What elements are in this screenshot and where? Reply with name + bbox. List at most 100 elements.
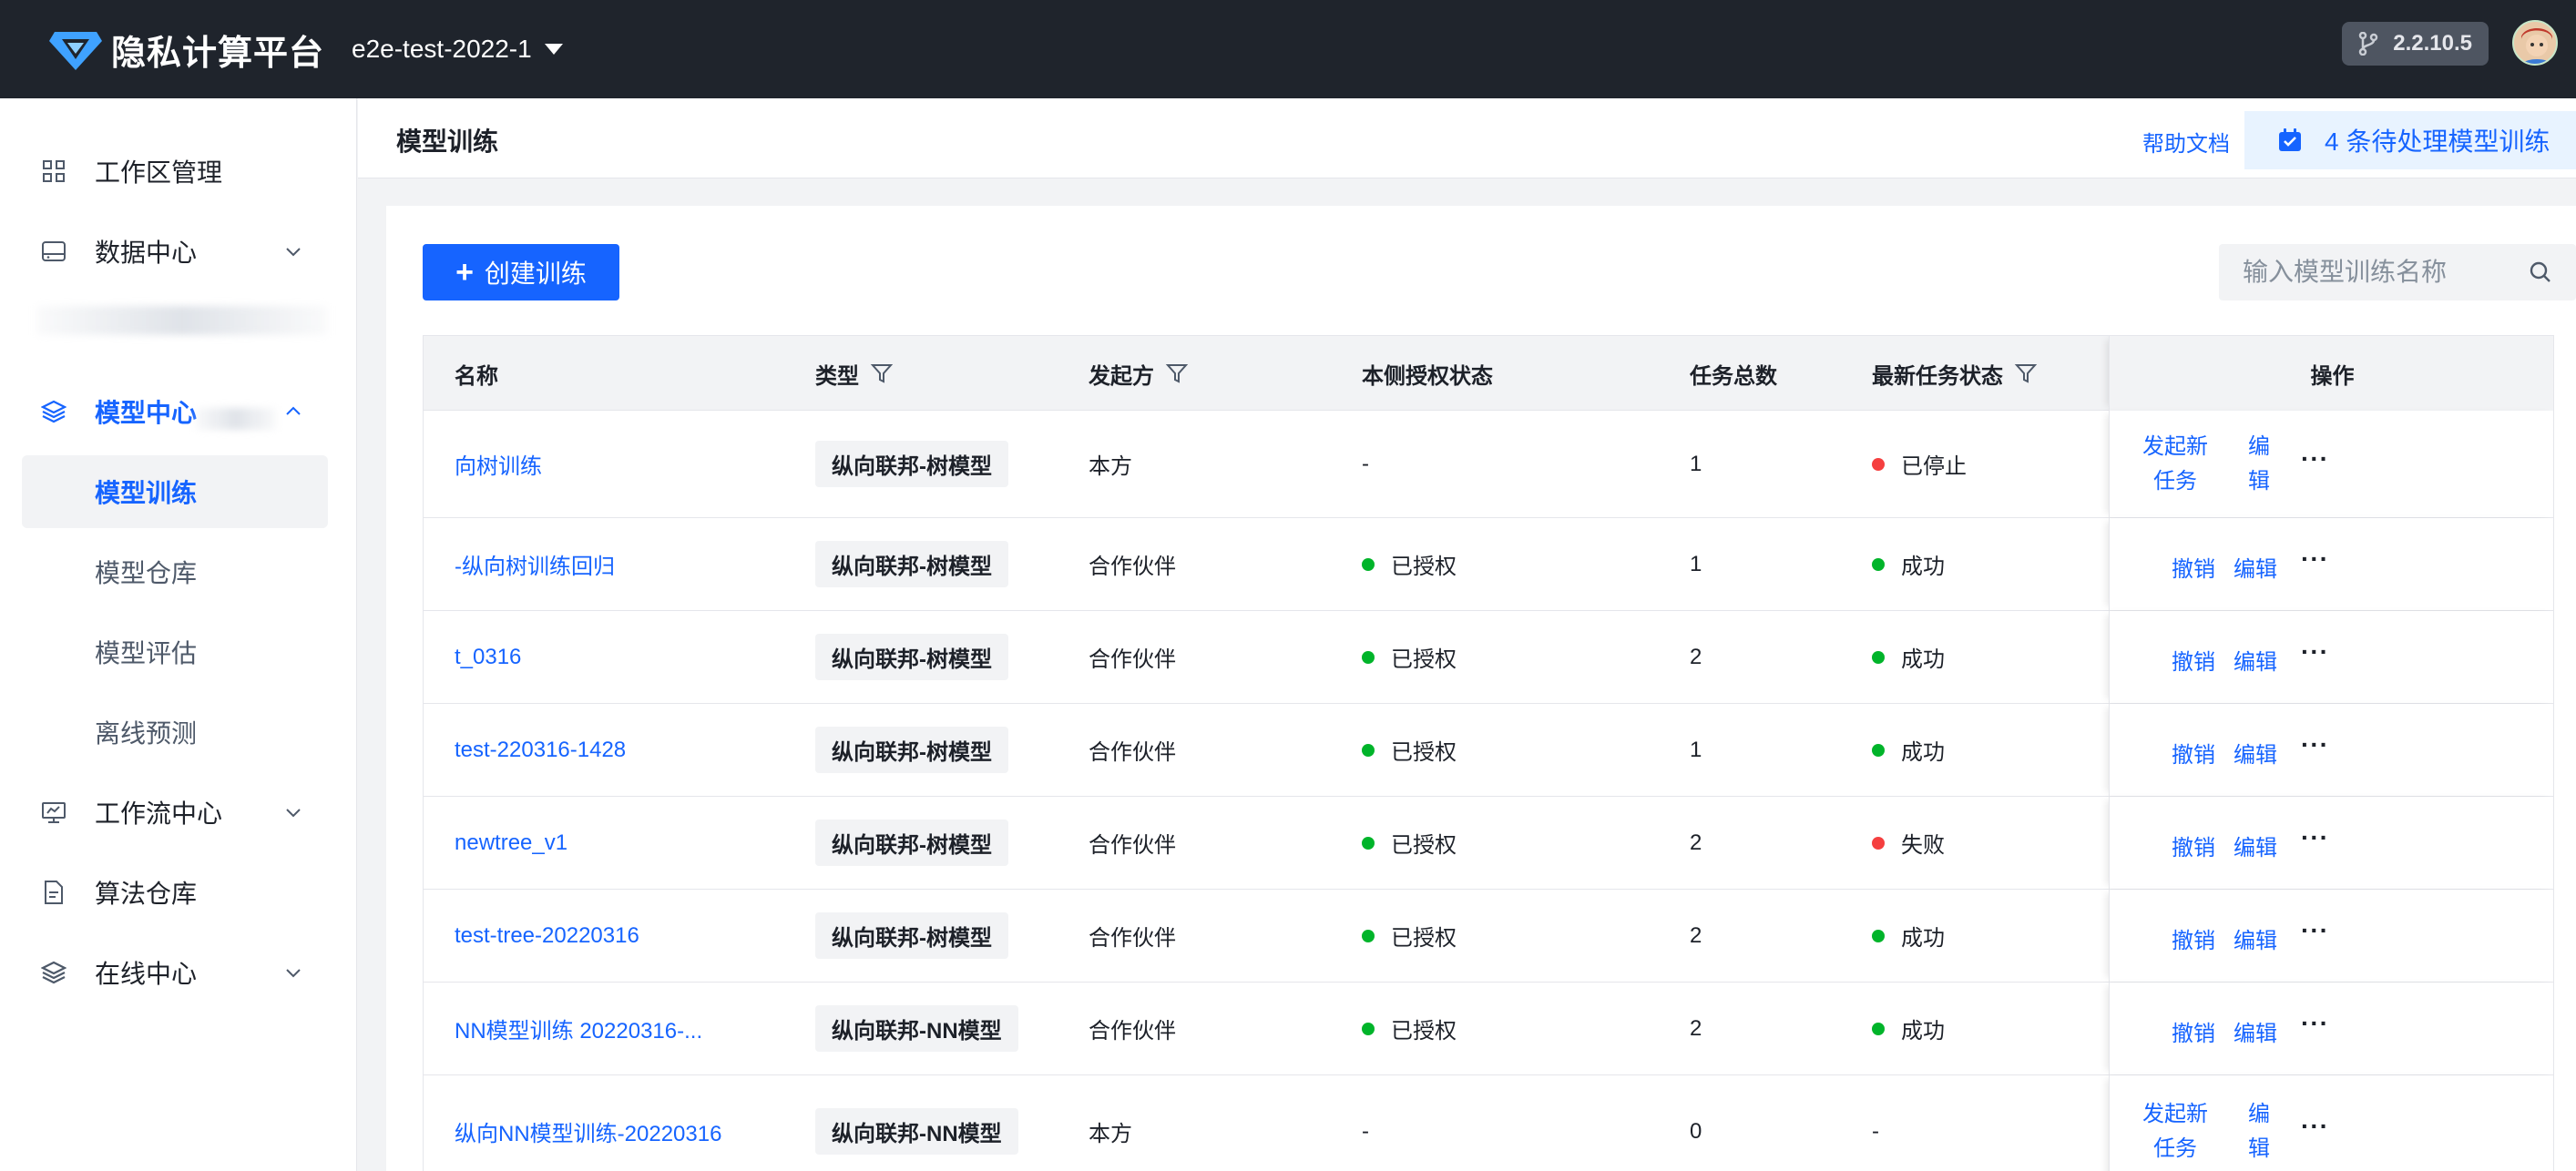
cell-initiator: 本方 [1089, 411, 1132, 517]
page-header: 模型训练 帮助文档 4 条待处理模型训练 [358, 98, 2576, 178]
edit-link[interactable]: 编辑 [2246, 430, 2272, 499]
edit-link[interactable]: 编辑 [2234, 830, 2277, 861]
training-name-link[interactable]: newtree_v1 [455, 830, 567, 856]
revoke-link[interactable]: 撤销 [2172, 551, 2215, 583]
cell-auth-status: 已授权 [1362, 518, 1457, 610]
page-title: 模型训练 [396, 127, 499, 156]
initiator-text: 合作伙伴 [1089, 1019, 1176, 1044]
edit-link[interactable]: 编辑 [2234, 737, 2277, 769]
sidebar-item-algorithm-repo[interactable]: 算法仓库 [22, 856, 328, 929]
sidebar-item-online-center[interactable]: 在线中心 [22, 936, 328, 1009]
start-new-task-link[interactable]: 发起新任务 [2137, 1097, 2213, 1166]
type-tag: 纵向联邦-树模型 [815, 541, 1008, 587]
training-name-link[interactable]: t_0316 [455, 645, 521, 670]
project-switcher[interactable]: e2e-test-2022-1 [352, 35, 563, 64]
revoke-link[interactable]: 撤销 [2172, 922, 2215, 954]
cell-actions: 撤销 编辑 ··· [2109, 890, 2553, 982]
status-dot [1362, 743, 1375, 757]
status-dot [1872, 836, 1885, 850]
edit-link[interactable]: 编辑 [2234, 922, 2277, 954]
revoke-link[interactable]: 撤销 [2172, 830, 2215, 861]
cell-initiator: 合作伙伴 [1089, 611, 1176, 703]
sidebar-item-model-center[interactable]: 模型中心 [22, 375, 328, 448]
training-name-link[interactable]: test-tree-20220316 [455, 923, 639, 949]
task-count-text: 2 [1690, 644, 1702, 669]
revoke-link[interactable]: 撤销 [2172, 1015, 2215, 1047]
initiator-text: 合作伙伴 [1089, 647, 1176, 672]
filter-icon[interactable] [2014, 361, 2038, 385]
search-icon[interactable] [2529, 260, 2552, 284]
cell-actions: 撤销 编辑 ··· [2109, 797, 2553, 889]
auth-status-text: 已授权 [1391, 833, 1457, 858]
more-options-icon[interactable]: ··· [2301, 1009, 2329, 1038]
version-badge[interactable]: 2.2.10.5 [2342, 22, 2489, 66]
more-options-icon[interactable]: ··· [2301, 730, 2329, 759]
latest-status-text: 成功 [1901, 926, 1945, 951]
status-dot [1872, 1022, 1885, 1035]
sidebar-item-workflow-center[interactable]: 工作流中心 [22, 776, 328, 849]
initiator-text: 合作伙伴 [1089, 740, 1176, 765]
more-options-icon[interactable]: ··· [2301, 444, 2329, 473]
logo[interactable]: 隐私计算平台 [49, 25, 324, 75]
training-name-link[interactable]: test-220316-1428 [455, 738, 626, 763]
redacted-item [36, 306, 328, 335]
more-options-icon[interactable]: ··· [2301, 637, 2329, 667]
edit-link[interactable]: 编辑 [2246, 1097, 2272, 1166]
edit-link[interactable]: 编辑 [2234, 551, 2277, 583]
cell-initiator: 合作伙伴 [1089, 518, 1176, 610]
revoke-link[interactable]: 撤销 [2172, 737, 2215, 769]
type-tag: 纵向联邦-树模型 [815, 727, 1008, 773]
more-options-icon[interactable]: ··· [2301, 1112, 2329, 1141]
filter-icon[interactable] [1165, 361, 1189, 385]
chevron-down-icon[interactable] [284, 963, 302, 982]
sidebar-item-offline-predict[interactable]: 离线预测 [22, 696, 328, 769]
cell-actions: 撤销 编辑 ··· [2109, 518, 2553, 610]
cell-task-count: 1 [1690, 704, 1702, 796]
pending-tasks-button[interactable]: 4 条待处理模型训练 [2244, 111, 2576, 169]
th-type: 类型 [815, 336, 894, 411]
latest-status-text: 成功 [1901, 555, 1945, 579]
sidebar-item-label: 模型中心 [95, 399, 198, 427]
initiator-text: 合作伙伴 [1089, 926, 1176, 951]
cell-actions: 撤销 编辑 ··· [2109, 611, 2553, 703]
sidebar-item-model-training[interactable]: 模型训练 [22, 455, 328, 528]
sidebar-item-label: 数据中心 [95, 239, 198, 267]
user-avatar[interactable] [2512, 20, 2558, 66]
status-dot [1872, 557, 1885, 571]
chevron-down-icon[interactable] [284, 242, 302, 260]
sidebar-item-data-center[interactable]: 数据中心 [22, 215, 328, 288]
content-card: + 创建训练 名称 类型 发起方 本侧授权状态 任务总数 最新任务状态 操作 向… [386, 206, 2576, 1171]
chevron-up-icon[interactable] [284, 402, 302, 421]
sidebar-item-workspace[interactable]: 工作区管理 [22, 135, 328, 208]
training-name-link[interactable]: 向树训练 [455, 448, 542, 480]
training-name-link[interactable]: 纵向NN模型训练-20220316 [455, 1115, 721, 1147]
edit-link[interactable]: 编辑 [2234, 644, 2277, 676]
start-new-task-link[interactable]: 发起新任务 [2137, 430, 2213, 499]
sidebar-item-model-eval[interactable]: 模型评估 [22, 616, 328, 688]
task-count-text: 2 [1690, 1015, 1702, 1041]
status-dot [1872, 457, 1885, 471]
calendar-check-icon [2279, 128, 2301, 151]
cell-actions: 发起新任务 编辑 ··· [2109, 1075, 2553, 1171]
cell-name: t_0316 [455, 611, 521, 703]
search-input[interactable] [2243, 258, 2525, 287]
auth-status-text: 已授权 [1391, 1019, 1457, 1044]
more-options-icon[interactable]: ··· [2301, 916, 2329, 945]
cell-auth-status: 已授权 [1362, 797, 1457, 889]
sidebar-item-label: 工作流中心 [95, 799, 223, 828]
help-docs-link[interactable]: 帮助文档 [2142, 126, 2230, 158]
training-name-link[interactable]: NN模型训练 20220316-... [455, 1013, 702, 1044]
cell-initiator: 合作伙伴 [1089, 890, 1176, 982]
sidebar-item-model-repo[interactable]: 模型仓库 [22, 535, 328, 608]
create-training-button[interactable]: + 创建训练 [423, 244, 619, 300]
revoke-link[interactable]: 撤销 [2172, 644, 2215, 676]
cell-initiator: 本方 [1089, 1075, 1132, 1171]
plus-icon: + [455, 255, 474, 290]
edit-link[interactable]: 编辑 [2234, 1015, 2277, 1047]
chevron-down-icon[interactable] [284, 803, 302, 821]
filter-icon[interactable] [870, 361, 894, 385]
more-options-icon[interactable]: ··· [2301, 823, 2329, 852]
more-options-icon[interactable]: ··· [2301, 545, 2329, 574]
training-name-link[interactable]: -纵向树训练回归 [455, 548, 615, 580]
auth-status-text: 已授权 [1391, 555, 1457, 579]
